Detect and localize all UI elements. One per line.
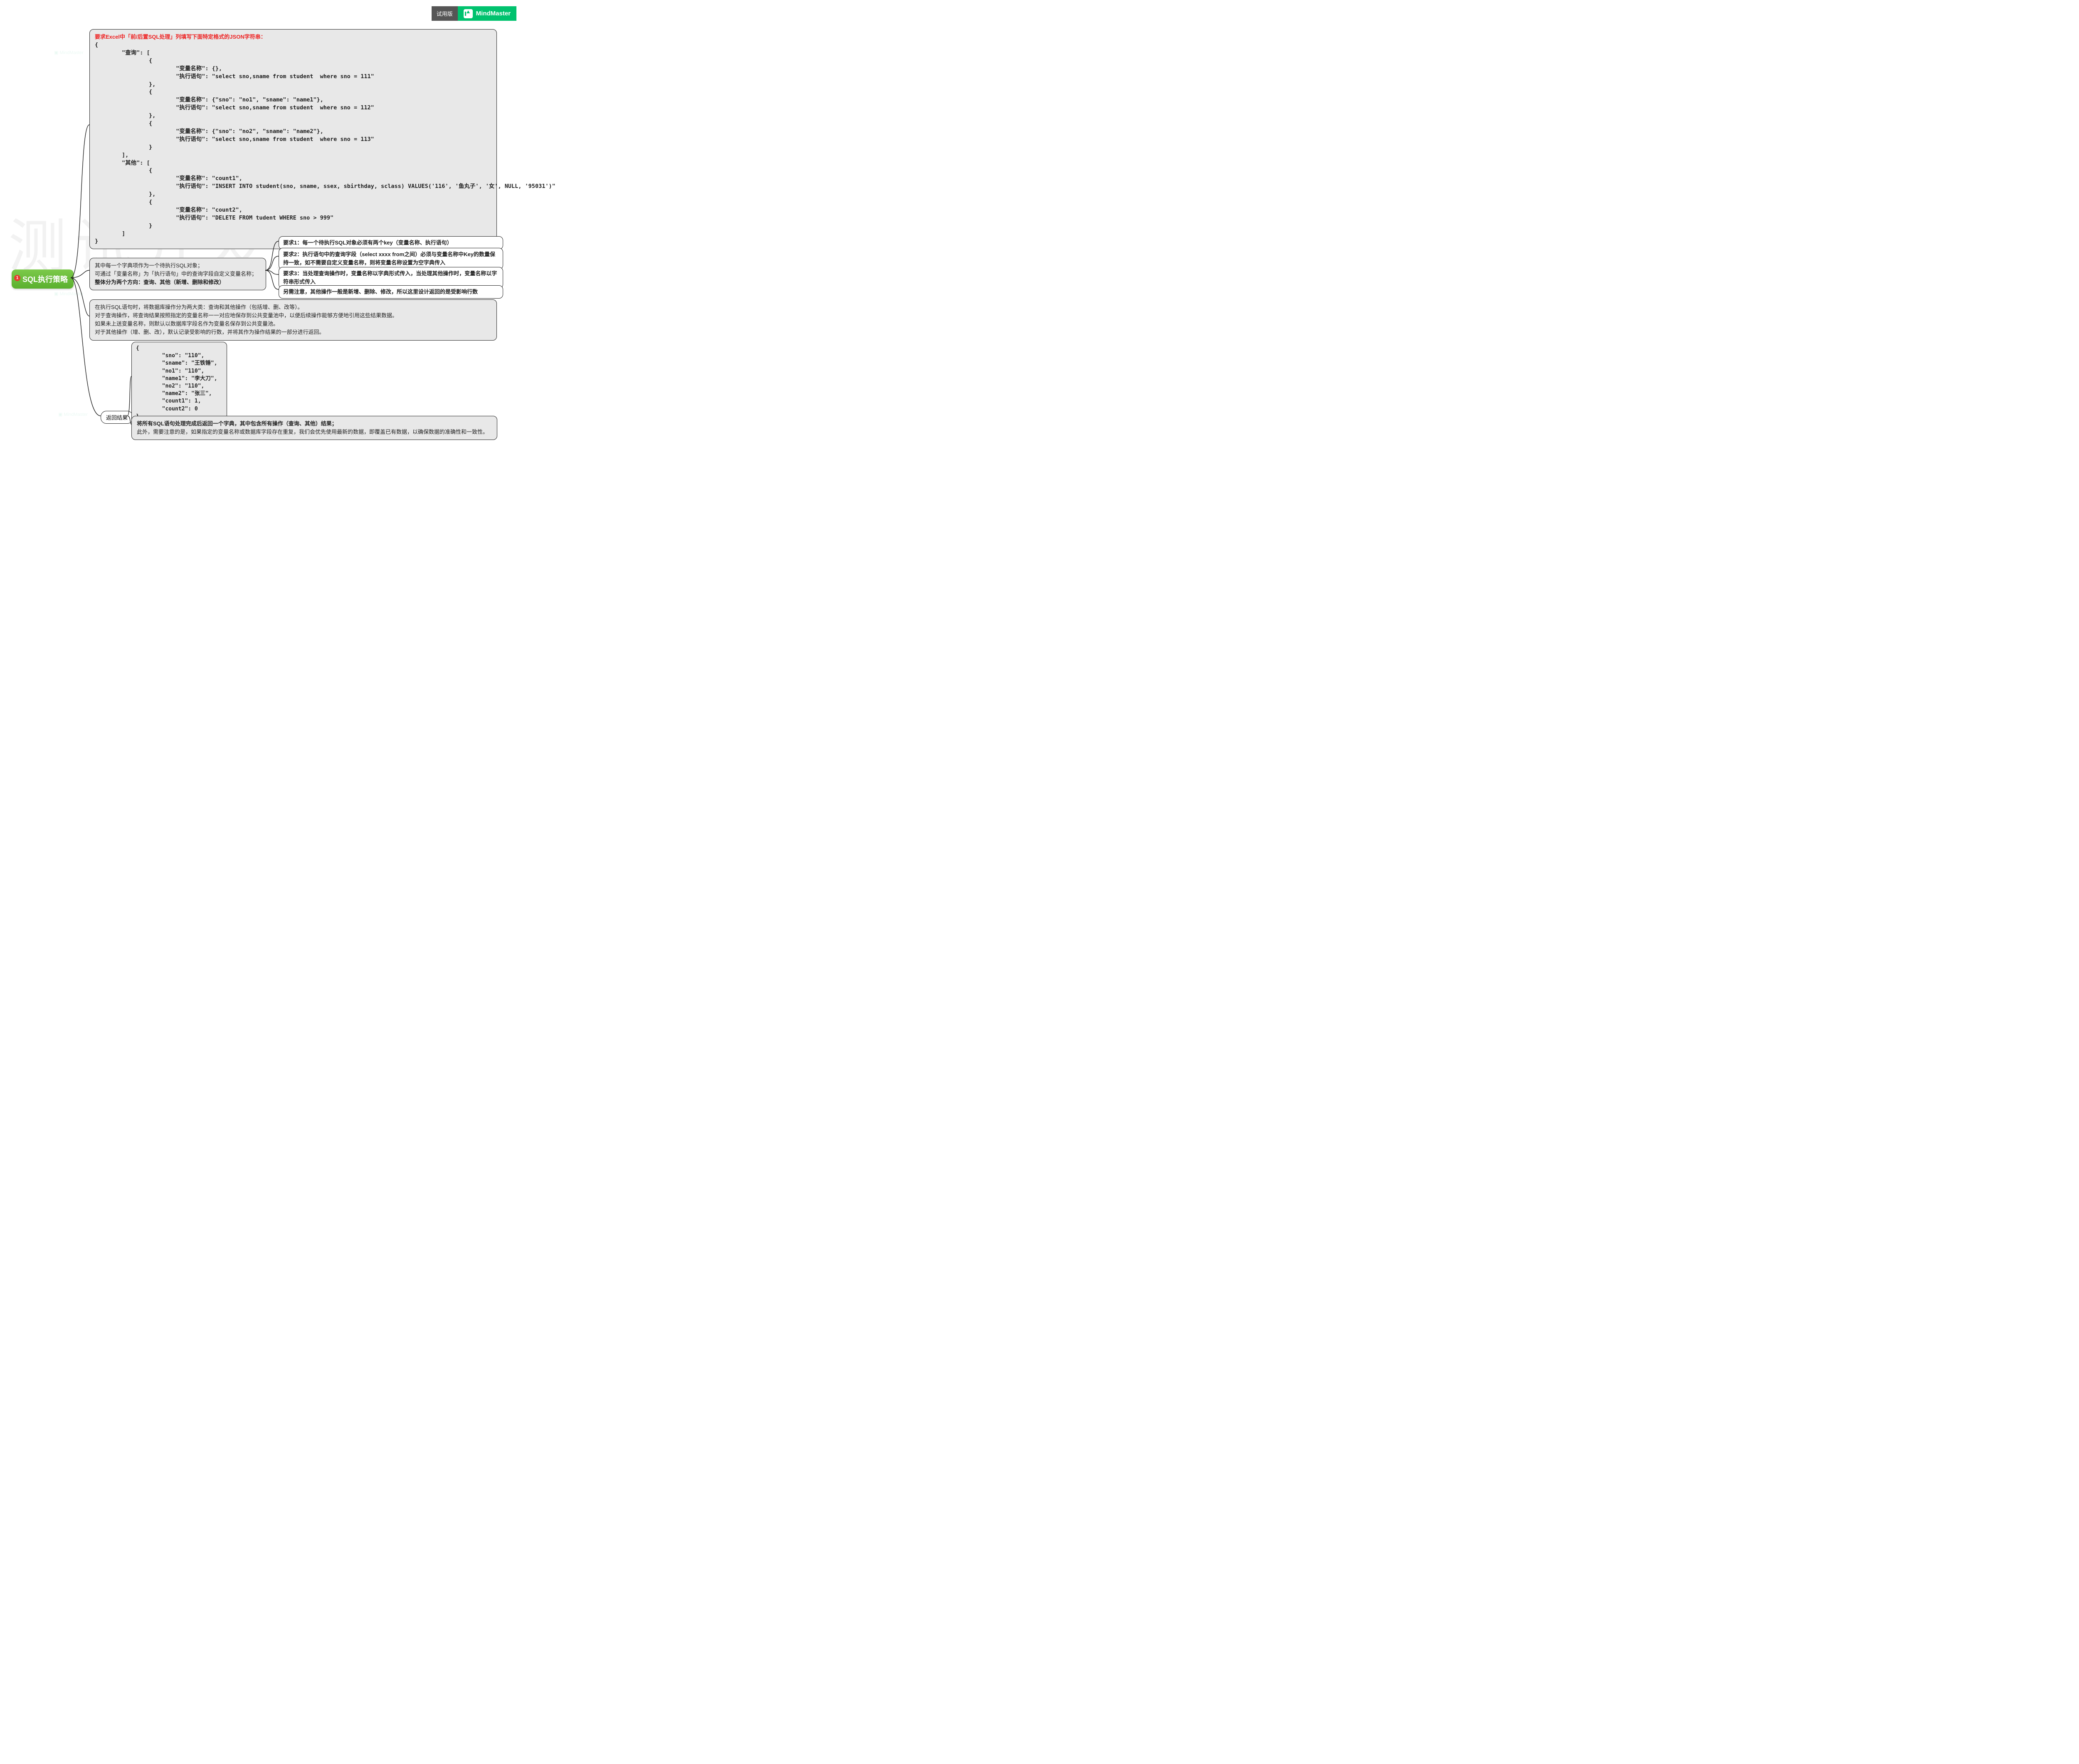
brand-area: MindMaster [458, 6, 516, 21]
req-2[interactable]: 要求2：执行语句中的查询字段（select xxxx from之间）必须与变量名… [279, 248, 503, 269]
exec-desc-box[interactable]: 在执行SQL语句时，将数据库操作分为两大类：查询和其他操作（包括增、删、改等）。… [89, 299, 497, 341]
mindmaster-badge: 试用版 MindMaster [432, 6, 516, 21]
brand-text: MindMaster [476, 10, 511, 17]
return-json-box[interactable]: { "sno": "110", "sname": "王铁锤", "no1": "… [131, 342, 227, 423]
return-result-label: 返回结果 [106, 415, 128, 421]
exec-l3: 如果未上送变量名称，则默认以数据库字段名作为变量名保存到公共变量池。 [95, 320, 491, 328]
return-json-body: { "sno": "110", "sname": "王铁锤", "no1": "… [136, 345, 222, 420]
req-note[interactable]: 另需注意，其他操作一般是新增、删除、修改，所以这里设计返回的是受影响行数 [279, 285, 503, 299]
watermark-icon: ▣ MindMaster [54, 50, 84, 55]
mindmaster-logo-icon [464, 9, 473, 18]
obj-line3: 整体分为两个方向：查询、其他（新增、删除和修改） [95, 278, 261, 287]
json-spec-box[interactable]: 要求Excel中「前/后置SQL处理」列填写下面特定格式的JSON字符串： { … [89, 29, 497, 249]
exec-l4: 对于其他操作（增、删、改），默认记录受影响的行数，并将其作为操作结果的一部分进行… [95, 328, 491, 336]
obj-line2: 可通过「变量名称」为「执行语句」中的查询字段自定义变量名称； [95, 270, 261, 278]
trial-label: 试用版 [432, 6, 458, 21]
json-spec-title: 要求Excel中「前/后置SQL处理」列填写下面特定格式的JSON字符串： [95, 33, 491, 41]
watermark-icon: ▣ MindMaster [58, 412, 88, 417]
object-desc-box[interactable]: 其中每一个字典项作为一个待执行SQL对象； 可通过「变量名称」为「执行语句」中的… [89, 258, 266, 290]
root-label: SQL执行策略 [22, 275, 68, 284]
return-desc-box[interactable]: 将所有SQL语句处理完成后返回一个字典，其中包含所有操作（查询、其他）结果； 此… [131, 416, 497, 440]
root-badge: 1 [14, 275, 20, 281]
exec-l1: 在执行SQL语句时，将数据库操作分为两大类：查询和其他操作（包括增、删、改等）。 [95, 303, 491, 311]
ret-l2: 此外，需要注意的是，如果指定的变量名称或数据库字段存在重复，我们会优先使用最新的… [137, 428, 492, 436]
return-result-node[interactable]: 返回结果 [101, 411, 133, 424]
obj-line1: 其中每一个字典项作为一个待执行SQL对象； [95, 262, 261, 270]
ret-l1: 将所有SQL语句处理完成后返回一个字典，其中包含所有操作（查询、其他）结果； [137, 420, 492, 428]
watermark-icon: ▣ MindMaster [54, 291, 84, 296]
root-node[interactable]: 1 SQL执行策略 [12, 269, 74, 289]
exec-l2: 对于查询操作，将查询结果按照指定的变量名称一一对应地保存到公共变量池中，以便后续… [95, 311, 491, 320]
json-spec-body: { "查询": [ { "变量名称": {}, "执行语句": "select … [95, 41, 491, 245]
